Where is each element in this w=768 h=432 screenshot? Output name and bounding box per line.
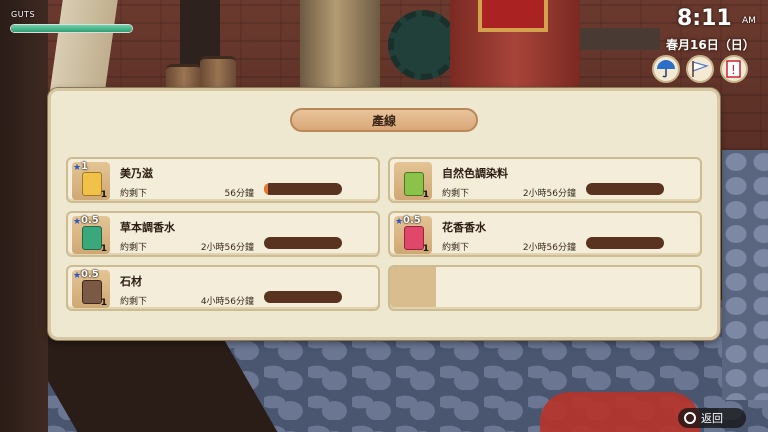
item-name: 草本調香水 [120, 221, 175, 234]
star-icon: ★ [73, 163, 82, 173]
stone-icon [82, 280, 102, 304]
item-count: 1 [100, 298, 107, 308]
item-slot: ★ 0.5 1 [394, 215, 432, 254]
left-pillar [0, 0, 48, 432]
production-card[interactable]: ★ 0.5 1 草本調香水 約剩下 2小時56分鐘 [66, 211, 380, 257]
production-card[interactable]: 1 自然色調染料 約剩下 2小時56分鐘 [388, 157, 702, 203]
item-count: 1 [422, 244, 429, 254]
item-name: 花香香水 [442, 221, 486, 234]
mayonnaise-icon [82, 172, 102, 196]
door-window [478, 0, 548, 32]
calendar-date: 春月16日（日） [666, 38, 755, 52]
guts-fill [11, 25, 132, 32]
circle-button-icon [684, 412, 696, 424]
production-card[interactable]: ★ 0.5 1 花香香水 約剩下 2小時56分鐘 [388, 211, 702, 257]
remain-label: 約剩下 [442, 189, 470, 199]
item-quality: 0.5 [403, 215, 421, 226]
clock-time: 8:11 [677, 6, 732, 31]
note-icon: ! [720, 55, 748, 83]
red-rug [540, 392, 700, 432]
item-slot: 1 [394, 162, 432, 200]
remain-time: 4小時56分鐘 [200, 297, 254, 307]
item-quality: 0.5 [81, 269, 99, 280]
herb-perfume-icon [82, 226, 102, 250]
production-card[interactable]: ★ 1 1 美乃滋 約剩下 56分鐘 [66, 157, 380, 203]
progress-fill [264, 183, 268, 195]
star-icon: ★ [73, 271, 82, 281]
back-button[interactable]: 返回 [678, 408, 746, 428]
progress-bar [264, 291, 342, 303]
item-count: 1 [100, 244, 107, 254]
production-card[interactable]: ★ 0.5 1 石材 約剩下 4小時56分鐘 [66, 265, 380, 311]
remain-label: 約剩下 [120, 189, 148, 199]
item-slot: ★ 0.5 1 [72, 215, 110, 254]
pipe [580, 28, 660, 50]
star-icon: ★ [395, 217, 404, 227]
item-name: 石材 [120, 275, 142, 288]
barrel [200, 56, 236, 90]
remain-label: 約剩下 [120, 243, 148, 253]
panel-title-pill: 產線 [290, 108, 478, 132]
item-count: 1 [422, 190, 429, 200]
item-name: 自然色調染料 [442, 167, 508, 180]
remain-label: 約剩下 [442, 243, 470, 253]
gear-decoration [388, 10, 458, 80]
progress-bar [264, 183, 342, 195]
weather-icons: ! [652, 55, 752, 85]
back-label: 返回 [701, 412, 723, 425]
clock-ampm: AM [742, 16, 756, 26]
guts-label: GUTS [11, 10, 36, 19]
windsock-icon [686, 55, 714, 83]
flower-perfume-icon [404, 226, 424, 250]
remain-time: 2小時56分鐘 [522, 189, 576, 199]
guts-bar [10, 24, 133, 33]
progress-bar [586, 237, 664, 249]
star-icon: ★ [73, 217, 82, 227]
stone-floor-right [722, 150, 768, 400]
svg-text:!: ! [731, 63, 736, 77]
remain-time: 2小時56分鐘 [200, 243, 254, 253]
item-slot: ★ 0.5 1 [72, 269, 110, 308]
item-quality: 0.5 [81, 215, 99, 226]
dye-bottle-icon [404, 172, 424, 196]
empty-production-slot[interactable] [388, 265, 702, 311]
umbrella-icon [652, 55, 680, 83]
item-quality: 1 [81, 161, 88, 172]
remain-label: 約剩下 [120, 297, 148, 307]
item-count: 1 [100, 190, 107, 200]
item-name: 美乃滋 [120, 167, 153, 180]
metal-tank [300, 0, 380, 100]
progress-bar [264, 237, 342, 249]
item-slot: ★ 1 1 [72, 161, 110, 200]
remain-time: 2小時56分鐘 [522, 243, 576, 253]
remain-time: 56分鐘 [224, 189, 254, 199]
progress-bar [586, 183, 664, 195]
panel-title: 產線 [371, 113, 396, 128]
